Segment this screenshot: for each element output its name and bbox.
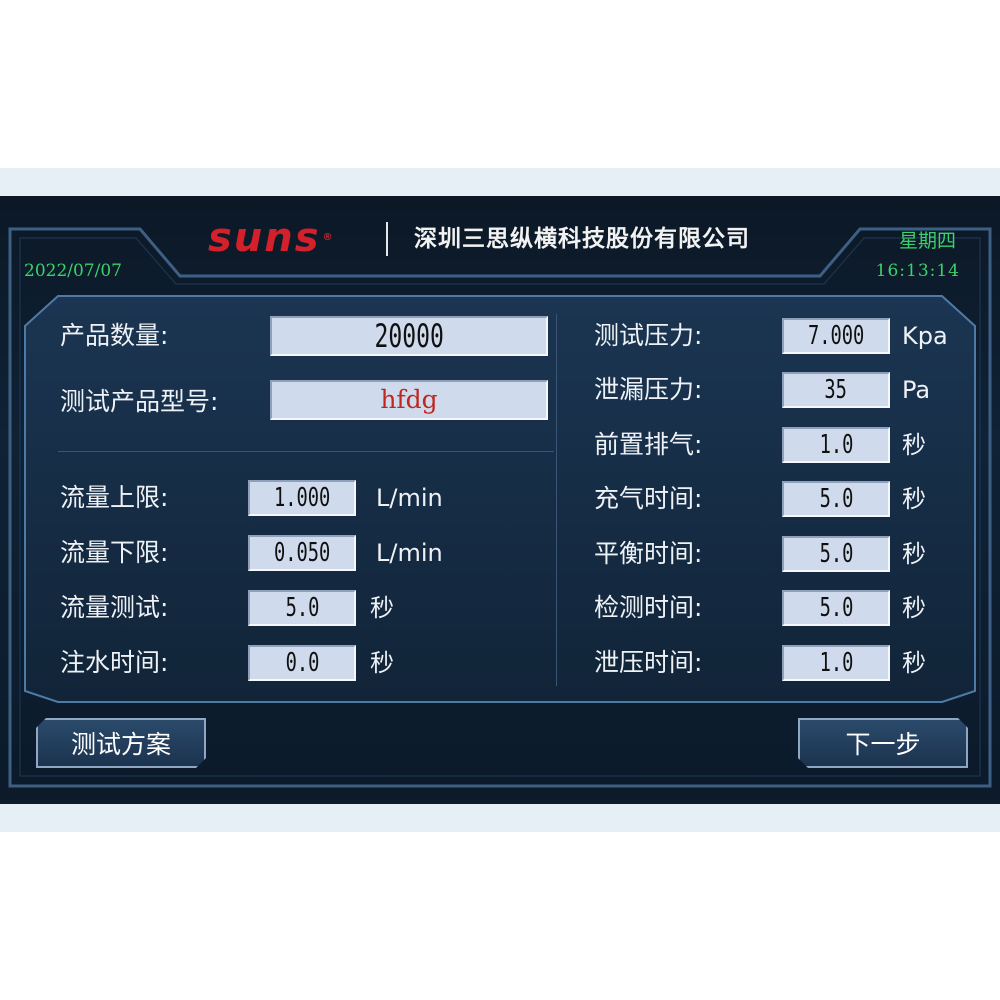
inflate-time-label: 充气时间:: [594, 484, 703, 513]
balance-time-field[interactable]: 5.0: [782, 536, 890, 572]
flow-lower-label: 流量下限:: [60, 538, 169, 567]
leak-pressure-label: 泄漏压力:: [594, 375, 703, 404]
water-time-unit: 秒: [370, 649, 394, 677]
flow-upper-field[interactable]: 1.000: [248, 480, 356, 516]
flow-lower-unit: L/min: [376, 539, 443, 567]
flow-upper-label: 流量上限:: [60, 483, 169, 512]
balance-time-unit: 秒: [902, 540, 926, 568]
test-pressure-unit: Kpa: [902, 322, 948, 350]
top-band: [0, 168, 1000, 198]
detect-time-unit: 秒: [902, 594, 926, 622]
water-time-field[interactable]: 0.0: [248, 645, 356, 681]
detect-time-field[interactable]: 5.0: [782, 590, 890, 626]
balance-time-label: 平衡时间:: [594, 539, 703, 568]
flow-test-field[interactable]: 5.0: [248, 590, 356, 626]
release-time-field[interactable]: 1.0: [782, 645, 890, 681]
weekday-display: 星期四: [898, 230, 956, 252]
date-display: 2022/07/07: [24, 261, 122, 281]
pre-exhaust-field[interactable]: 1.0: [782, 427, 890, 463]
leak-pressure-field[interactable]: 35: [782, 372, 890, 408]
flow-upper-unit: L/min: [376, 484, 443, 512]
test-pressure-field[interactable]: 7.000: [782, 318, 890, 354]
hmi-screen: suns ® 深圳三思纵横科技股份有限公司 2022/07/07 星期四 16:1…: [0, 196, 1000, 804]
bottom-band: [0, 802, 1000, 832]
quantity-label: 产品数量:: [60, 321, 169, 350]
test-plan-button[interactable]: 测试方案: [36, 718, 206, 768]
inflate-time-field[interactable]: 5.0: [782, 481, 890, 517]
next-step-button[interactable]: 下一步: [798, 718, 968, 768]
column-divider: [556, 314, 557, 686]
section-divider: [58, 451, 554, 452]
detect-time-label: 检测时间:: [594, 593, 703, 622]
pre-exhaust-label: 前置排气:: [594, 430, 703, 459]
test-pressure-label: 测试压力:: [594, 321, 703, 350]
header-divider: [386, 222, 388, 256]
flow-lower-field[interactable]: 0.050: [248, 535, 356, 571]
company-logo: suns ®: [208, 215, 335, 261]
time-display: 16:13:14: [875, 261, 960, 281]
model-label: 测试产品型号:: [60, 387, 219, 416]
water-time-label: 注水时间:: [60, 648, 169, 677]
model-field[interactable]: hfdg: [270, 380, 548, 420]
pre-exhaust-unit: 秒: [902, 431, 926, 459]
leak-pressure-unit: Pa: [902, 376, 931, 404]
release-time-label: 泄压时间:: [594, 648, 703, 677]
quantity-field[interactable]: 20000: [270, 316, 548, 356]
company-name: 深圳三思纵横科技股份有限公司: [414, 226, 750, 252]
flow-test-label: 流量测试:: [60, 593, 169, 622]
flow-test-unit: 秒: [370, 594, 394, 622]
inflate-time-unit: 秒: [902, 485, 926, 513]
release-time-unit: 秒: [902, 649, 926, 677]
